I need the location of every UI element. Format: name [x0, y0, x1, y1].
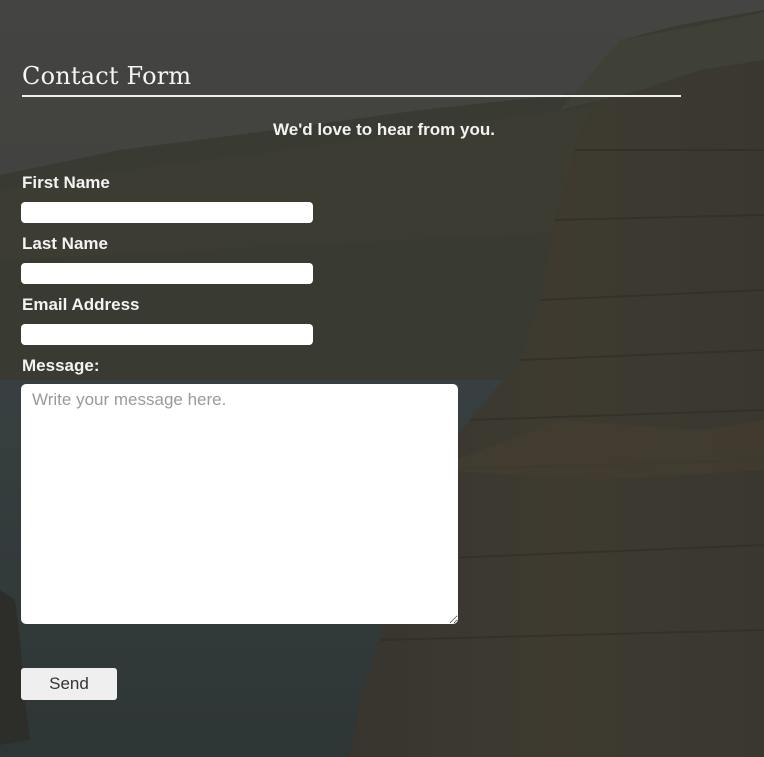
email-label: Email Address — [22, 295, 140, 314]
first-name-input[interactable] — [21, 202, 313, 223]
contact-form: Contact Form We'd love to hear from you.… — [0, 0, 764, 757]
last-name-label: Last Name — [22, 234, 108, 253]
form-subtitle: We'd love to hear from you. — [0, 120, 764, 140]
first-name-label: First Name — [22, 173, 110, 192]
send-button[interactable]: Send — [21, 668, 117, 700]
title-divider — [22, 95, 681, 97]
form-title: Contact Form — [22, 62, 192, 90]
email-input[interactable] — [21, 324, 313, 345]
message-textarea[interactable] — [21, 384, 458, 624]
last-name-input[interactable] — [21, 263, 313, 284]
form-subtitle-text: We'd love to hear from you. — [273, 120, 495, 139]
message-label: Message: — [22, 356, 100, 375]
